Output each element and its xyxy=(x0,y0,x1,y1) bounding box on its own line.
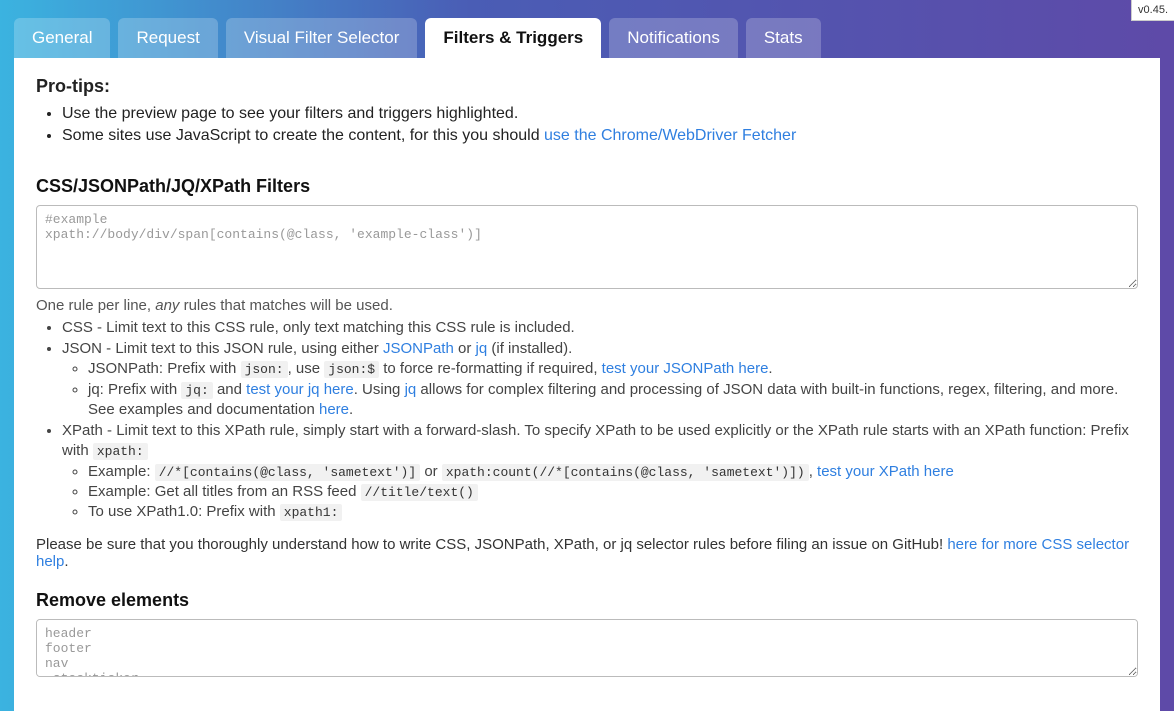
rule-text: Example: xyxy=(88,463,155,480)
jq-link[interactable]: jq xyxy=(476,340,488,357)
jq-docs-link[interactable]: here xyxy=(319,401,349,418)
rule-text: Example: Get all titles from an RSS feed xyxy=(88,483,361,500)
jsonpath-link[interactable]: JSONPath xyxy=(383,340,454,357)
rule-css: CSS - Limit text to this CSS rule, only … xyxy=(62,318,1138,338)
rule-text: or xyxy=(454,340,476,357)
hint-text: One rule per line, xyxy=(36,297,155,314)
test-jq-link[interactable]: test your jq here xyxy=(246,381,354,398)
tab-filters-triggers[interactable]: Filters & Triggers xyxy=(425,18,601,58)
tab-general[interactable]: General xyxy=(14,18,110,58)
remove-heading: Remove elements xyxy=(36,590,1138,611)
code-xpath1-prefix: xpath1: xyxy=(280,504,343,521)
rule-text: . Using xyxy=(354,381,405,398)
test-xpath-link[interactable]: test your XPath here xyxy=(817,463,954,480)
tab-stats[interactable]: Stats xyxy=(746,18,821,58)
rule-xpath-rss: Example: Get all titles from an RSS feed… xyxy=(88,482,1138,502)
code-xpath-ex2: xpath:count(//*[contains(@class, 'samete… xyxy=(442,464,809,481)
hint-em: any xyxy=(155,297,179,314)
filters-heading: CSS/JSONPath/JQ/XPath Filters xyxy=(36,176,1138,197)
rule-text: and xyxy=(213,381,246,398)
code-xpath-ex1: //*[contains(@class, 'sametext')] xyxy=(155,464,420,481)
code-json-dollar: json:$ xyxy=(324,361,379,378)
filters-hint: One rule per line, any rules that matche… xyxy=(36,297,1138,314)
tab-bar: General Request Visual Filter Selector F… xyxy=(0,0,1174,58)
protips-heading: Pro-tips: xyxy=(36,76,1138,97)
rule-xpath: XPath - Limit text to this XPath rule, s… xyxy=(62,421,1138,522)
rule-jsonpath-sub: JSONPath: Prefix with json:, use json:$ … xyxy=(88,359,1138,379)
code-jq-prefix: jq: xyxy=(181,382,212,399)
jq-link-2[interactable]: jq xyxy=(405,381,417,398)
tab-visual-filter-selector[interactable]: Visual Filter Selector xyxy=(226,18,418,58)
rule-xpath1: To use XPath1.0: Prefix with xpath1: xyxy=(88,502,1138,522)
protip-item: Use the preview page to see your filters… xyxy=(62,103,1138,125)
footer-text: . xyxy=(64,553,68,570)
rule-text: , use xyxy=(288,360,325,377)
rule-text: jq: Prefix with xyxy=(88,381,181,398)
rule-text: , xyxy=(809,463,817,480)
filters-textarea[interactable] xyxy=(36,205,1138,289)
tab-request[interactable]: Request xyxy=(118,18,217,58)
rule-text: to force re-formatting if required, xyxy=(379,360,602,377)
protips-list: Use the preview page to see your filters… xyxy=(36,103,1138,148)
rules-list: CSS - Limit text to this CSS rule, only … xyxy=(36,318,1138,523)
hint-text: rules that matches will be used. xyxy=(179,297,392,314)
code-xpath-rss: //title/text() xyxy=(361,484,478,501)
chrome-fetcher-link[interactable]: use the Chrome/WebDriver Fetcher xyxy=(544,127,796,144)
remove-textarea[interactable] xyxy=(36,619,1138,677)
rule-text: or xyxy=(420,463,442,480)
rule-text: . xyxy=(768,360,772,377)
code-xpath-prefix: xpath: xyxy=(93,443,148,460)
footer-text: Please be sure that you thoroughly under… xyxy=(36,536,947,553)
version-badge: v0.45. xyxy=(1131,0,1174,21)
footer-note: Please be sure that you thoroughly under… xyxy=(36,536,1138,570)
test-jsonpath-link[interactable]: test your JSONPath here xyxy=(602,360,769,377)
rule-xpath-example: Example: //*[contains(@class, 'sametext'… xyxy=(88,462,1138,482)
rule-text: JSONPath: Prefix with xyxy=(88,360,241,377)
rule-text: JSON - Limit text to this JSON rule, usi… xyxy=(62,340,383,357)
tab-notifications[interactable]: Notifications xyxy=(609,18,738,58)
rule-text: . xyxy=(349,401,353,418)
main-panel: Pro-tips: Use the preview page to see yo… xyxy=(14,58,1160,711)
rule-text: (if installed). xyxy=(487,340,572,357)
protip-item: Some sites use JavaScript to create the … xyxy=(62,125,1138,147)
code-json-prefix: json: xyxy=(241,361,288,378)
protip-text: Some sites use JavaScript to create the … xyxy=(62,127,544,144)
rule-text: XPath - Limit text to this XPath rule, s… xyxy=(62,422,1129,459)
rule-jq-sub: jq: Prefix with jq: and test your jq her… xyxy=(88,380,1138,421)
rule-text: To use XPath1.0: Prefix with xyxy=(88,503,280,520)
rule-json: JSON - Limit text to this JSON rule, usi… xyxy=(62,339,1138,420)
